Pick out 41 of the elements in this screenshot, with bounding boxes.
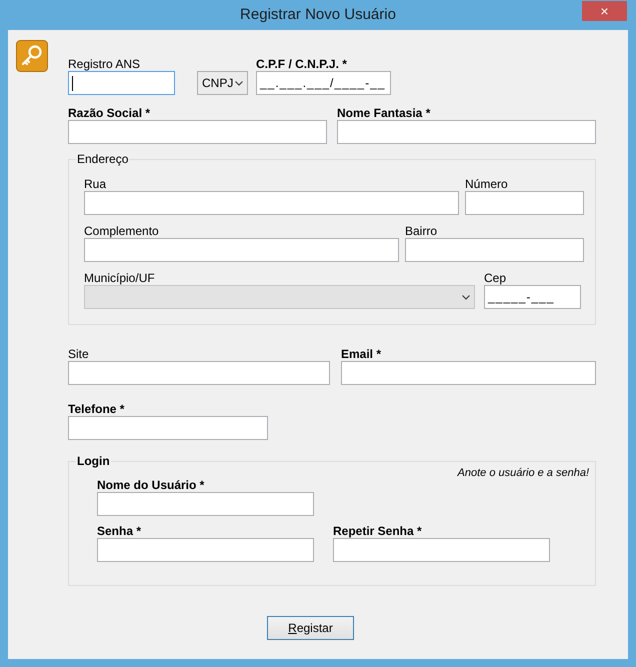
field-label: Email *	[341, 347, 382, 361]
field-label: Complemento	[84, 224, 160, 238]
field-label: C.P.F / C.N.P.J. *	[256, 57, 348, 71]
input-field[interactable]	[68, 71, 175, 95]
input-field[interactable]	[405, 238, 584, 262]
field-label: Nome Fantasia *	[337, 106, 432, 120]
input-field[interactable]	[337, 120, 596, 144]
field-label: Bairro	[405, 224, 438, 238]
input-field[interactable]	[333, 538, 550, 562]
window-title: Registrar Novo Usuário	[240, 4, 396, 25]
input-field[interactable]: _____-___	[484, 285, 581, 309]
input-field[interactable]	[84, 191, 459, 215]
field-label: Rua	[84, 177, 108, 191]
chevron-down-icon	[462, 294, 470, 300]
dropdown[interactable]: CNPJ	[197, 71, 248, 95]
field-label: Município/UF	[84, 271, 156, 285]
input-field[interactable]: __.___.___/____-__	[256, 71, 391, 95]
input-field[interactable]	[84, 238, 399, 262]
field-label: Cep	[484, 271, 508, 285]
chevron-down-icon	[235, 80, 243, 86]
input-field[interactable]	[97, 538, 314, 562]
field-label: Senha *	[97, 524, 142, 538]
input-field[interactable]	[97, 492, 314, 516]
group-legend: Login	[76, 454, 111, 468]
hint-text: Anote o usuário e a senha!	[458, 466, 589, 480]
input-field[interactable]	[341, 361, 596, 385]
group-legend: Endereço	[76, 152, 130, 166]
field-label: Registro ANS	[68, 57, 142, 71]
field-label: Nome do Usuário *	[97, 478, 206, 492]
key-icon	[16, 40, 48, 72]
field-label: Razão Social *	[68, 106, 152, 120]
field-label: Telefone *	[68, 402, 126, 416]
field-label: Número	[465, 177, 509, 191]
input-field[interactable]	[465, 191, 584, 215]
close-button[interactable]: ×	[582, 1, 627, 21]
input-field[interactable]	[68, 416, 268, 440]
register-button[interactable]: Registar	[267, 616, 354, 640]
input-field[interactable]	[68, 120, 327, 144]
field-label: Site	[68, 347, 90, 361]
field-label: Repetir Senha *	[333, 524, 423, 538]
input-field[interactable]	[68, 361, 330, 385]
